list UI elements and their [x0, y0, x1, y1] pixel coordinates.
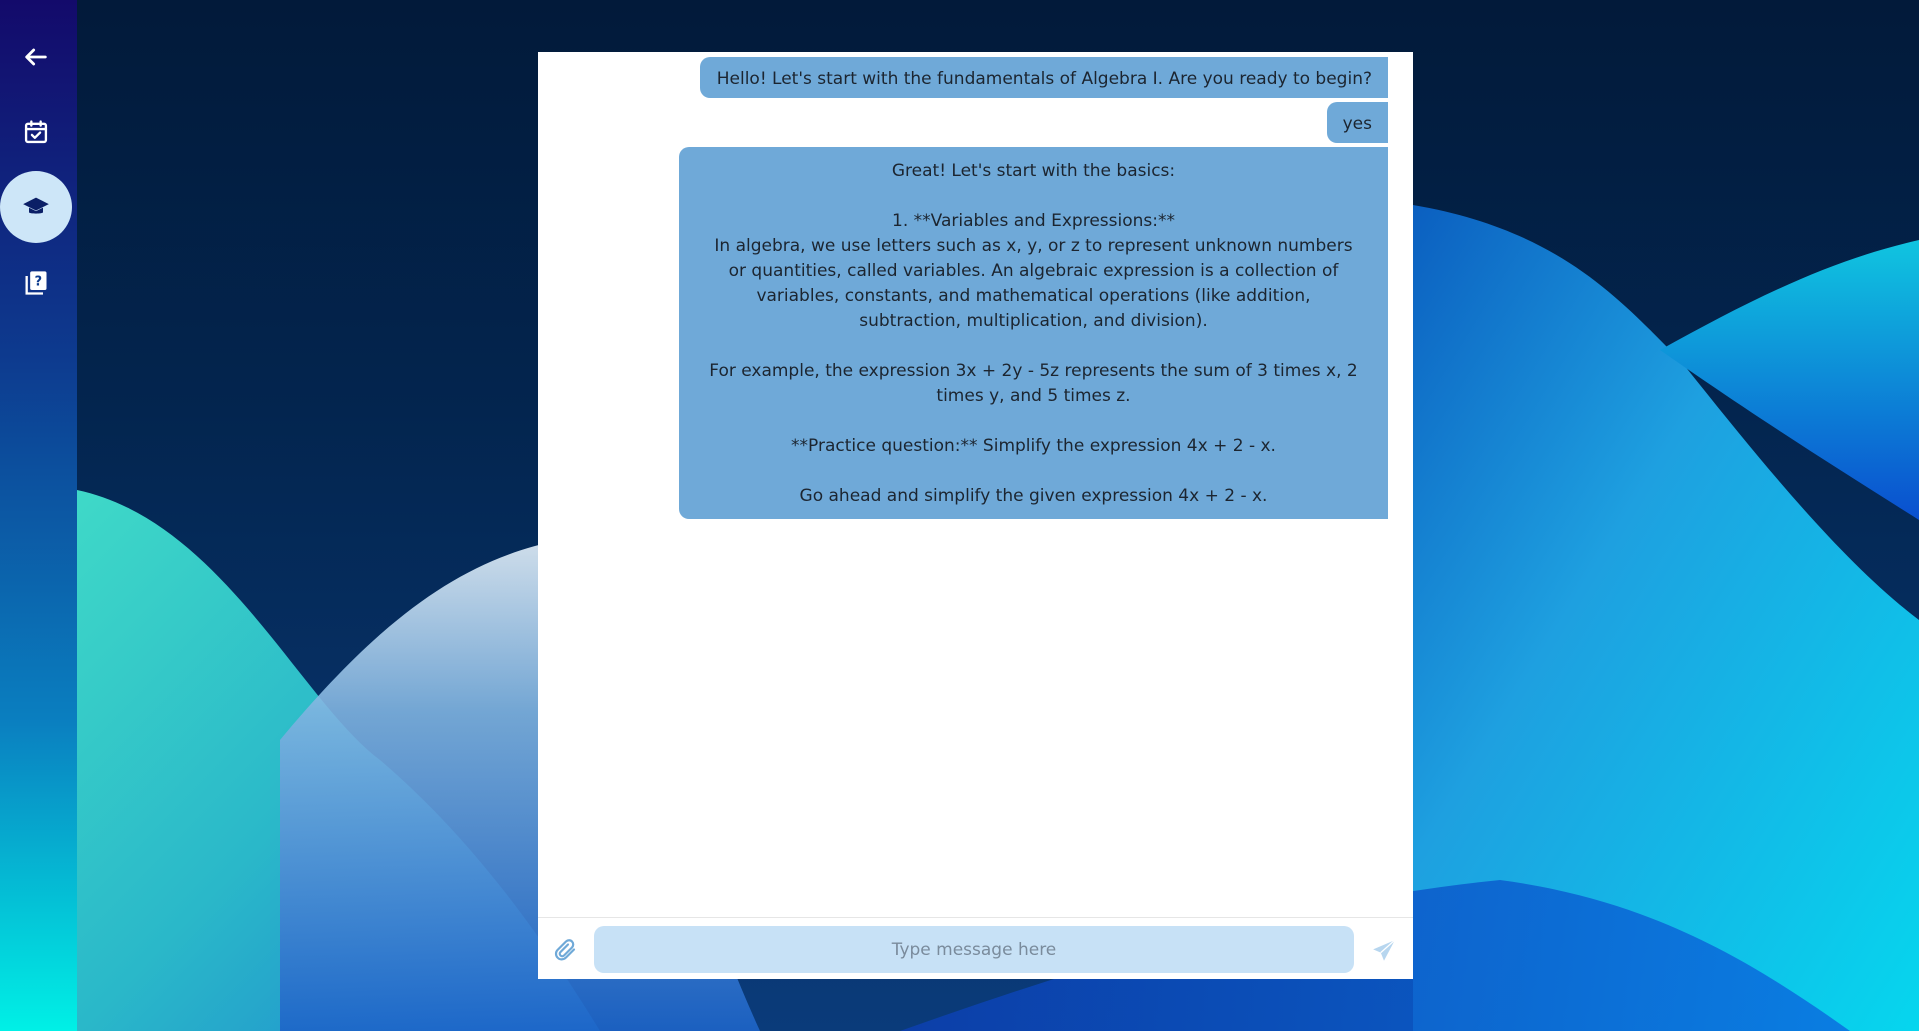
send-button[interactable] [1369, 936, 1399, 966]
message-bubble: yes [1326, 102, 1388, 143]
back-arrow-icon [25, 48, 47, 66]
graduation-cap-icon [23, 197, 49, 214]
paperclip-icon [554, 939, 576, 961]
learning-button[interactable] [0, 171, 72, 243]
chat-panel: Hello! Let's start with the fundamentals… [538, 52, 1413, 979]
calendar-button[interactable] [0, 96, 72, 168]
message-bubble: Hello! Let's start with the fundamentals… [699, 57, 1388, 98]
sidebar: ? [0, 0, 77, 1031]
message-bubble: Great! Let's start with the basics: 1. *… [679, 147, 1388, 519]
quiz-button[interactable]: ? [0, 247, 72, 319]
attach-button[interactable] [552, 936, 580, 964]
message-input[interactable] [594, 926, 1354, 973]
svg-text:?: ? [35, 274, 42, 289]
message-composer [538, 917, 1413, 979]
send-icon [1373, 939, 1396, 961]
message-list: Hello! Let's start with the fundamentals… [538, 52, 1413, 917]
calendar-check-icon [24, 120, 48, 144]
back-button[interactable] [0, 21, 72, 93]
question-book-icon: ? [25, 271, 47, 295]
